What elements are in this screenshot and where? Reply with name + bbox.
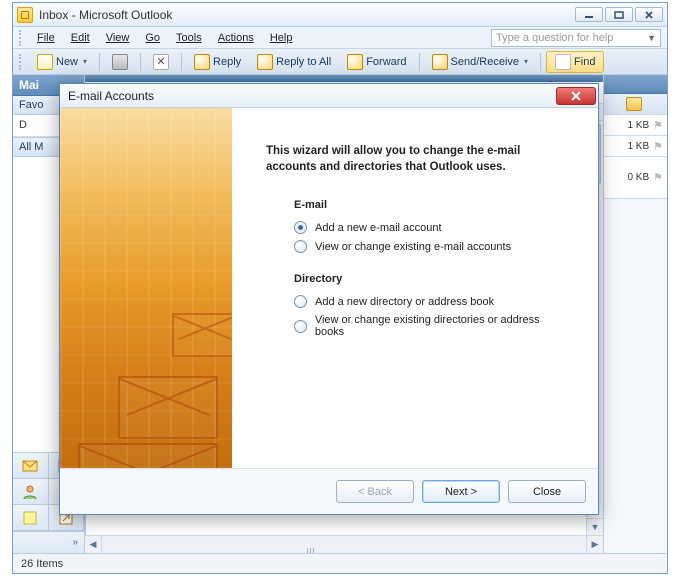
reply-all-icon [257,54,273,70]
email-accounts-dialog: E-mail Accounts This wizard will allow y… [59,83,599,515]
maximize-button[interactable] [605,7,633,22]
envelope-icon [172,313,232,357]
window-title: Inbox - Microsoft Outlook [39,8,172,22]
dialog-intro-text: This wizard will allow you to change the… [266,144,568,175]
new-mail-icon [37,54,53,70]
toolbar-grip-icon [19,54,25,70]
close-button[interactable]: Close [508,480,586,503]
find-button[interactable]: Find [546,51,604,73]
nav-notes-button[interactable] [13,505,49,531]
flag-icon[interactable]: ⚑ [653,171,663,184]
horizontal-scrollbar[interactable]: ◀ ▶ [85,535,603,553]
new-button[interactable]: New [30,51,94,73]
menubar: File Edit View Go Tools Actions Help Typ… [13,27,667,49]
reply-all-button[interactable]: Reply to All [250,51,338,73]
send-receive-button[interactable]: Send/Receive [425,51,536,73]
next-button[interactable]: Next > [422,480,500,503]
search-icon [555,54,571,70]
chevron-down-icon[interactable]: ▼ [647,33,656,43]
scroll-left-button[interactable]: ◀ [85,536,102,553]
reply-button[interactable]: Reply [187,51,248,73]
folder-icon [626,97,642,111]
dialog-titlebar: E-mail Accounts [60,84,598,108]
folder-stub-icon [604,94,667,115]
message-list-stub: 1 KB⚑ 1 KB⚑ 0 KB⚑ [603,75,667,553]
dialog-footer: < Back Next > Close [60,468,598,514]
minimize-button[interactable] [575,7,603,22]
list-item[interactable]: 1 KB⚑ [604,136,667,157]
dialog-close-button[interactable] [556,87,596,105]
menu-help[interactable]: Help [262,30,301,46]
back-button[interactable]: < Back [336,480,414,503]
toolbar: New ✕ Reply Reply to All Forward Send/Re… [13,49,667,75]
scroll-right-button[interactable]: ▶ [586,536,603,553]
scroll-down-button[interactable]: ▼ [587,518,603,535]
flag-icon[interactable]: ⚑ [653,119,663,132]
list-item[interactable]: 1 KB⚑ [604,115,667,136]
help-search-placeholder: Type a question for help [496,32,613,44]
dialog-content: This wizard will allow you to change the… [232,108,598,468]
dialog-title: E-mail Accounts [68,89,154,103]
send-receive-icon [432,54,448,70]
radio-icon[interactable] [294,221,307,234]
print-button[interactable] [105,51,135,73]
section-email-label: E-mail [294,199,568,211]
envelope-icon [118,376,218,439]
content-header: tions ▾ ✕ [85,75,603,82]
menu-edit[interactable]: Edit [63,30,98,46]
radio-icon[interactable] [294,295,307,308]
radio-add-directory[interactable]: Add a new directory or address book [294,295,568,308]
radio-add-email[interactable]: Add a new e-mail account [294,221,568,234]
help-search-input[interactable]: Type a question for help ▼ [491,29,661,47]
toolbar-grip-icon [19,30,25,46]
flag-icon[interactable]: ⚑ [653,140,663,153]
radio-icon[interactable] [294,240,307,253]
reply-icon [194,54,210,70]
nav-mail-button[interactable] [13,453,49,479]
menu-file[interactable]: File [29,30,63,46]
outlook-icon [17,7,33,23]
envelope-icon [78,443,218,468]
close-window-button[interactable] [635,7,663,22]
radio-view-directory[interactable]: View or change existing directories or a… [294,314,568,338]
menu-view[interactable]: View [98,30,138,46]
radio-icon[interactable] [294,320,307,333]
section-directory-label: Directory [294,273,568,285]
status-item-count: 26 Items [21,558,63,570]
forward-icon [347,54,363,70]
statusbar: 26 Items [13,553,667,573]
delete-button[interactable]: ✕ [146,51,176,73]
menu-tools[interactable]: Tools [168,30,210,46]
titlebar: Inbox - Microsoft Outlook [13,3,667,27]
dialog-sidebar-graphic [60,108,232,468]
nav-configure-button[interactable]: » [13,531,84,553]
radio-view-email[interactable]: View or change existing e-mail accounts [294,240,568,253]
menu-actions[interactable]: Actions [210,30,262,46]
list-item[interactable]: 0 KB⚑ [604,157,667,199]
forward-button[interactable]: Forward [340,51,413,73]
menu-go[interactable]: Go [137,30,168,46]
nav-contacts-button[interactable] [13,479,49,505]
delete-icon: ✕ [153,54,169,70]
printer-icon [112,54,128,70]
